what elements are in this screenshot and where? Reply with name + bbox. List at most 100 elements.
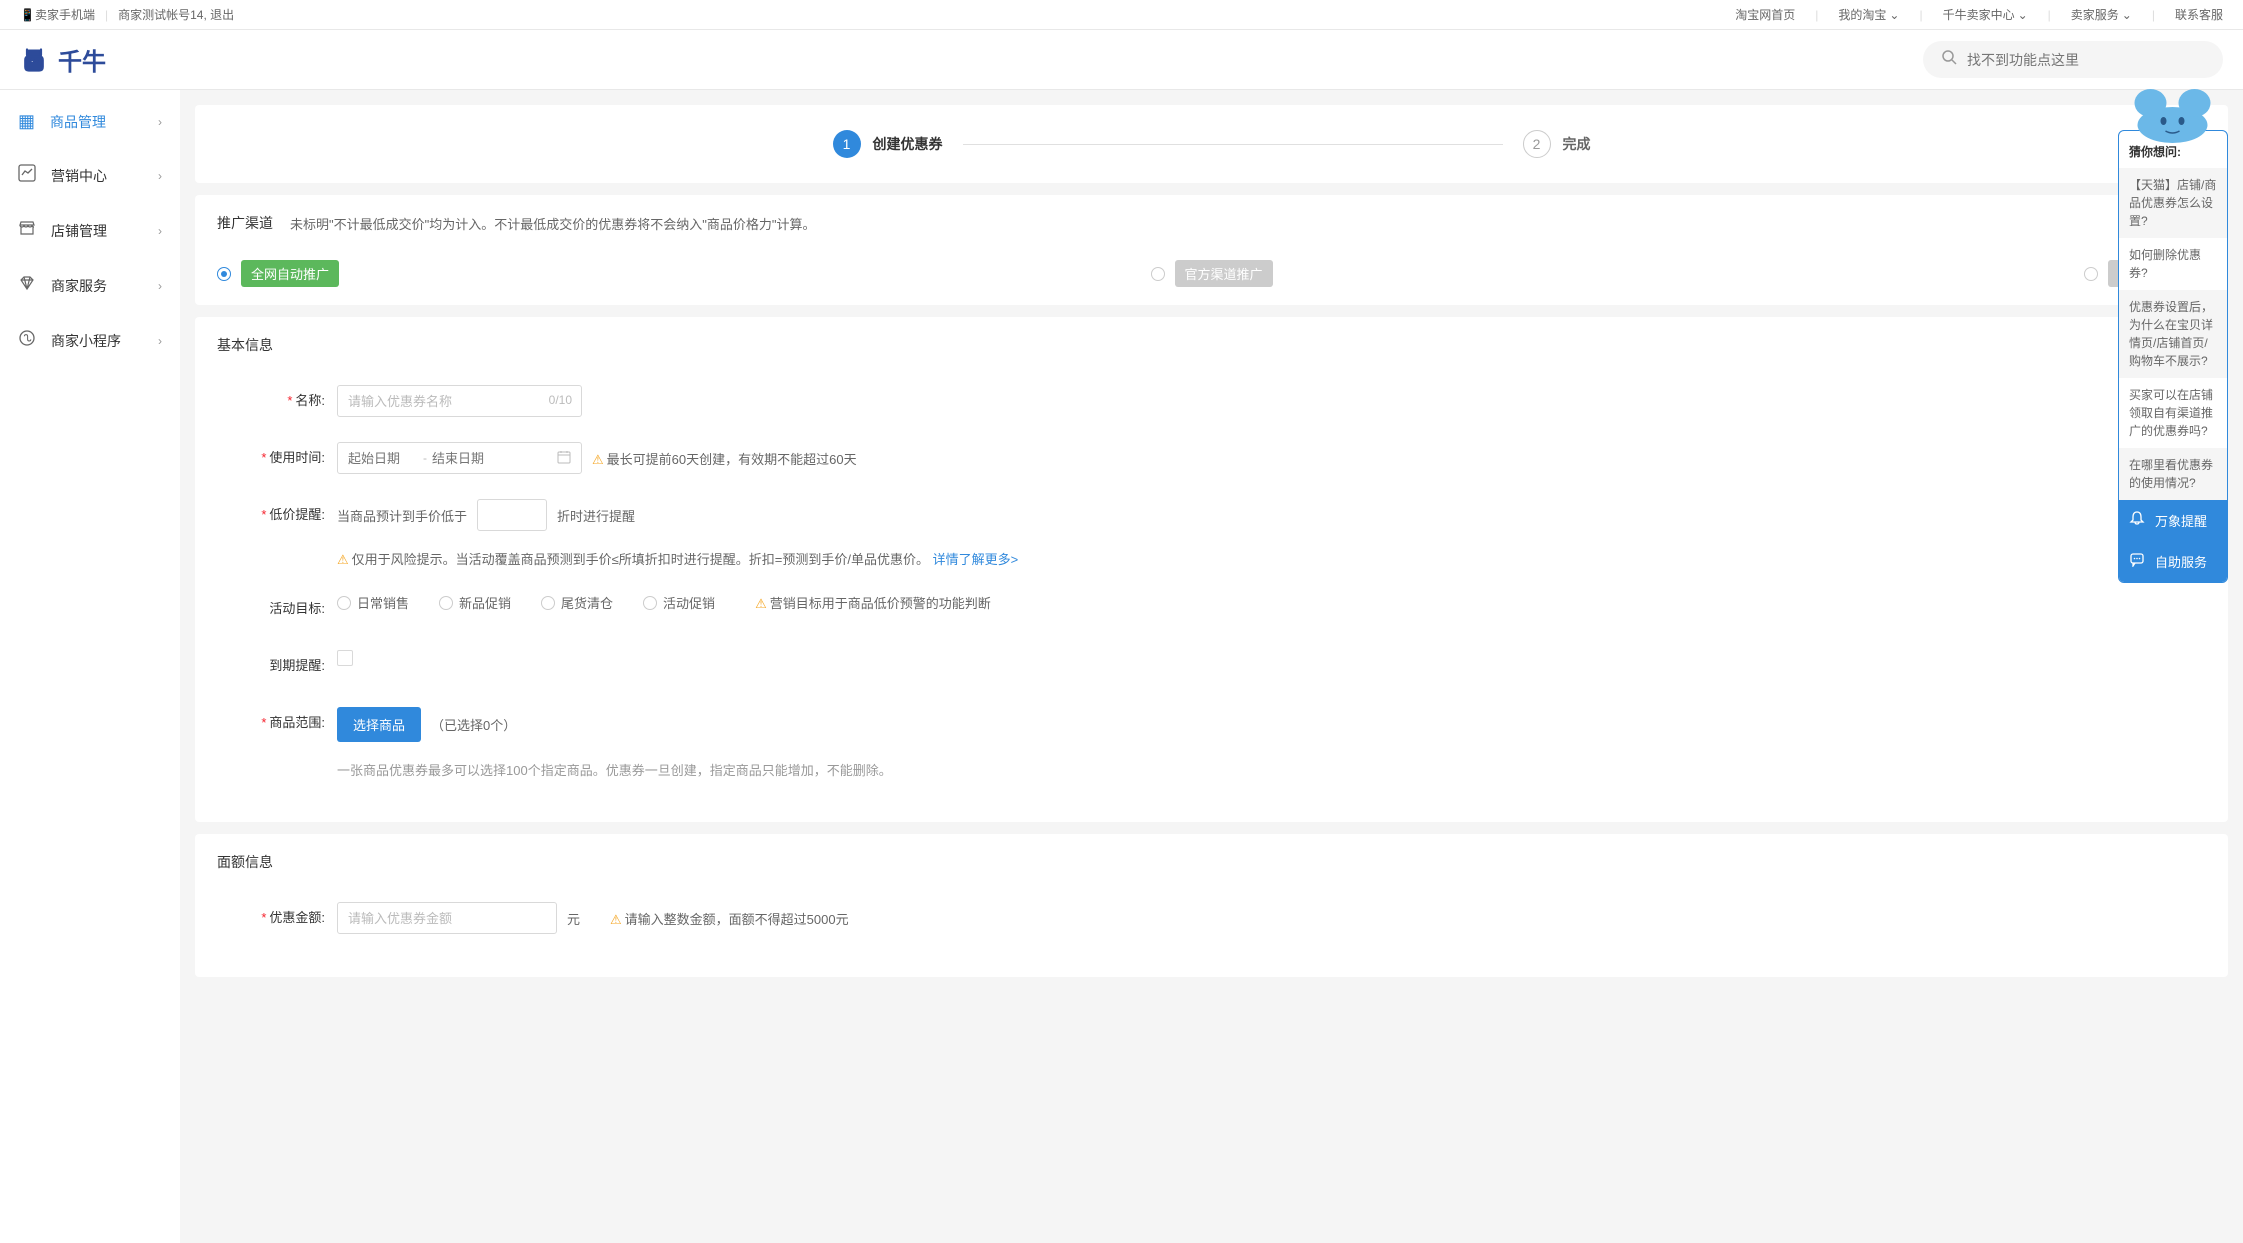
chevron-down-icon: ⌄ bbox=[2122, 8, 2132, 22]
calendar-icon bbox=[557, 450, 571, 467]
warning-icon: ⚠ bbox=[592, 452, 604, 467]
lowprice-pre: 当商品预计到手价低于 bbox=[337, 506, 467, 525]
faq-item[interactable]: 优惠券设置后，为什么在宝贝详情页/店铺首页/购物车不展示? bbox=[2119, 290, 2227, 378]
topbar-left: 📱卖家手机端 | 商家测试帐号14, 退出 bbox=[20, 6, 234, 23]
radio-icon bbox=[643, 596, 657, 610]
logout-link[interactable]: 退出 bbox=[210, 8, 234, 22]
step-2: 2 完成 bbox=[1523, 130, 1591, 158]
radio-icon bbox=[337, 596, 351, 610]
wanxiang-button[interactable]: 万象提醒 bbox=[2119, 500, 2227, 541]
faq-item[interactable]: 买家可以在店铺领取自有渠道推广的优惠券吗? bbox=[2119, 378, 2227, 448]
nav-my-taobao[interactable]: 我的淘宝 ⌄ bbox=[1838, 6, 1899, 23]
step-number: 2 bbox=[1523, 130, 1551, 158]
discount-input[interactable] bbox=[477, 499, 547, 531]
faq-item[interactable]: 在哪里看优惠券的使用情况? bbox=[2119, 448, 2227, 500]
label-lowprice: *低价提醒: bbox=[217, 499, 337, 531]
chevron-right-icon: › bbox=[158, 224, 162, 238]
phone-icon: 📱 bbox=[20, 8, 35, 22]
promo-opt-auto[interactable]: 全网自动推广 bbox=[217, 260, 339, 287]
step-1: 1 创建优惠券 bbox=[833, 130, 943, 158]
chevron-right-icon: › bbox=[158, 169, 162, 183]
section-title: 面额信息 bbox=[217, 852, 2206, 872]
logo[interactable]: 千牛 bbox=[20, 42, 106, 77]
chevron-down-icon: ⌄ bbox=[2018, 8, 2028, 22]
shop-icon bbox=[18, 219, 36, 242]
chevron-down-icon: ⌄ bbox=[1889, 8, 1899, 22]
label-scope: *商品范围: bbox=[217, 707, 337, 739]
bell-icon bbox=[2129, 510, 2145, 531]
warning-icon: ⚠ bbox=[337, 552, 349, 567]
row-time: *使用时间: - ⚠最长可提前60天创建，有效期不能超过60天 bbox=[217, 442, 2206, 474]
search-icon bbox=[1941, 49, 1957, 70]
step-number: 1 bbox=[833, 130, 861, 158]
step-label: 创建优惠券 bbox=[873, 134, 943, 154]
miniprogram-icon bbox=[18, 329, 36, 352]
target-opt-new[interactable]: 新品促销 bbox=[439, 593, 511, 612]
brand-name: 千牛 bbox=[58, 42, 106, 77]
nav-taobao-home[interactable]: 淘宝网首页 bbox=[1735, 6, 1795, 23]
amount-unit: 元 bbox=[567, 909, 580, 928]
promo-tag: 全网自动推广 bbox=[241, 260, 339, 287]
sidebar-item-miniprogram[interactable]: 商家小程序 › bbox=[0, 313, 180, 368]
row-target: 活动目标: 日常销售 新品促销 尾货清仓 活动促销 ⚠营销目标用于商品低价预警的… bbox=[217, 593, 2206, 625]
chevron-right-icon: › bbox=[158, 334, 162, 348]
logo-icon bbox=[20, 46, 48, 74]
search-box[interactable] bbox=[1923, 41, 2223, 78]
end-date-input[interactable] bbox=[432, 451, 502, 466]
topbar-right: 淘宝网首页 | 我的淘宝 ⌄ | 千牛卖家中心 ⌄ | 卖家服务 ⌄ | 联系客… bbox=[1735, 6, 2223, 23]
lowprice-hint: ⚠仅用于风险提示。当活动覆盖商品预测到手价≤所填折扣时进行提醒。折扣=预测到手价… bbox=[337, 549, 2206, 568]
promo-opt-official[interactable]: 官方渠道推广 bbox=[1151, 260, 1273, 287]
promo-options: 全网自动推广 官方渠道推广 自有渠道推广 bbox=[217, 260, 2206, 287]
chat-icon bbox=[2129, 551, 2145, 572]
scope-count: （已选择0个） bbox=[431, 715, 516, 734]
expire-checkbox[interactable] bbox=[337, 650, 353, 666]
nav-seller-center[interactable]: 千牛卖家中心 ⌄ bbox=[1943, 6, 2028, 23]
amount-input[interactable] bbox=[337, 902, 557, 934]
target-opt-event[interactable]: 活动促销 bbox=[643, 593, 715, 612]
face-value-card: 面额信息 *优惠金额: 元 ⚠请输入整数金额，面额不得超过5000元 bbox=[195, 834, 2228, 977]
row-expire: 到期提醒: bbox=[217, 650, 2206, 682]
chevron-right-icon: › bbox=[158, 279, 162, 293]
sidebar-item-merchant-service[interactable]: 商家服务 › bbox=[0, 258, 180, 313]
faq-item[interactable]: 【天猫】店铺/商品优惠券怎么设置? bbox=[2119, 168, 2227, 238]
target-opt-clearance[interactable]: 尾货清仓 bbox=[541, 593, 613, 612]
nav-seller-service[interactable]: 卖家服务 ⌄ bbox=[2071, 6, 2132, 23]
sidebar-item-marketing[interactable]: 营销中心 › bbox=[0, 148, 180, 203]
row-scope: *商品范围: 选择商品 （已选择0个） 一张商品优惠券最多可以选择100个指定商… bbox=[217, 707, 2206, 779]
label-target: 活动目标: bbox=[217, 593, 337, 625]
faq-item[interactable]: 如何删除优惠券? bbox=[2119, 238, 2227, 290]
mobile-link[interactable]: 📱卖家手机端 bbox=[20, 6, 95, 23]
row-amount: *优惠金额: 元 ⚠请输入整数金额，面额不得超过5000元 bbox=[217, 902, 2206, 934]
selfservice-button[interactable]: 自助服务 bbox=[2119, 541, 2227, 582]
step-line bbox=[963, 144, 1503, 145]
mascot-icon bbox=[2126, 83, 2221, 143]
sidebar-item-products[interactable]: ▦ 商品管理 › bbox=[0, 95, 180, 148]
warning-icon: ⚠ bbox=[610, 912, 622, 927]
sidebar: ▦ 商品管理 › 营销中心 › 店铺管理 › 商家服务 › bbox=[0, 90, 180, 1243]
row-name: *名称: 0/10 bbox=[217, 385, 2206, 417]
learn-more-link[interactable]: 详情了解更多> bbox=[933, 552, 1019, 567]
nav-contact[interactable]: 联系客服 bbox=[2175, 6, 2223, 23]
label-name: *名称: bbox=[217, 385, 337, 417]
amount-hint: ⚠请输入整数金额，面额不得超过5000元 bbox=[610, 909, 849, 928]
select-products-button[interactable]: 选择商品 bbox=[337, 707, 421, 742]
radio-icon bbox=[1151, 267, 1165, 281]
name-counter: 0/10 bbox=[549, 393, 572, 407]
target-options: 日常销售 新品促销 尾货清仓 活动促销 bbox=[337, 593, 715, 612]
sidebar-item-shop[interactable]: 店铺管理 › bbox=[0, 203, 180, 258]
start-date-input[interactable] bbox=[348, 451, 418, 466]
section-title: 基本信息 bbox=[217, 335, 2206, 355]
header: 千牛 bbox=[0, 30, 2243, 90]
label-time: *使用时间: bbox=[217, 442, 337, 474]
target-opt-daily[interactable]: 日常销售 bbox=[337, 593, 409, 612]
help-panel: 猜你想问: 【天猫】店铺/商品优惠券怎么设置? 如何删除优惠券? 优惠券设置后，… bbox=[2118, 130, 2228, 583]
topbar: 📱卖家手机端 | 商家测试帐号14, 退出 淘宝网首页 | 我的淘宝 ⌄ | 千… bbox=[0, 0, 2243, 30]
warning-icon: ⚠ bbox=[755, 596, 767, 611]
divider: | bbox=[105, 8, 108, 22]
sidebar-item-label: 商品管理 bbox=[50, 112, 106, 132]
name-input[interactable] bbox=[337, 385, 582, 417]
search-input[interactable] bbox=[1967, 52, 2205, 68]
date-range-input[interactable]: - bbox=[337, 442, 582, 474]
lowprice-post: 折时进行提醒 bbox=[557, 506, 635, 525]
steps: 1 创建优惠券 2 完成 bbox=[195, 105, 2228, 183]
